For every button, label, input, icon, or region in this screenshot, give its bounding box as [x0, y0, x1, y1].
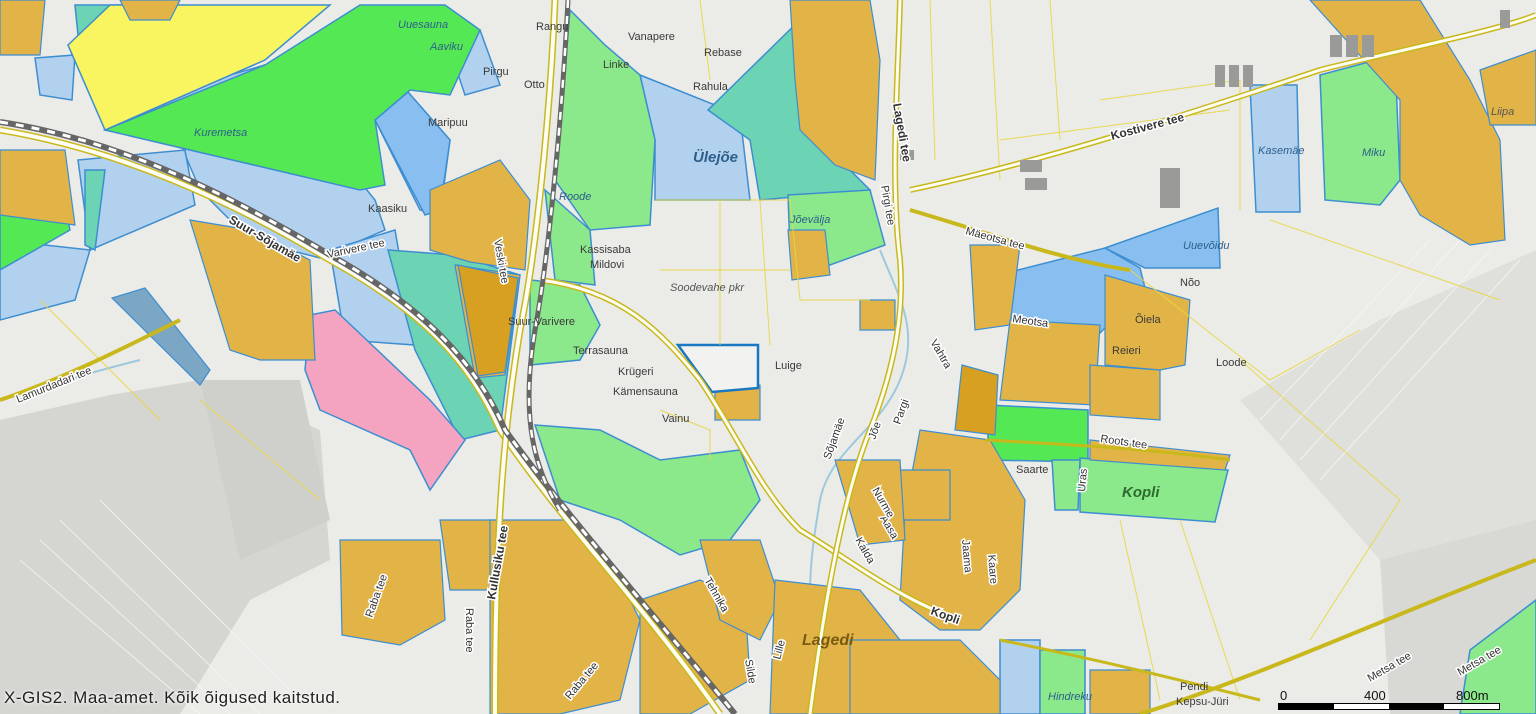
label-joevalja: Jõevälja [789, 214, 830, 226]
label-kaare: Kaare [985, 554, 1000, 584]
map-view[interactable]: Ülejõe Kopli Lagedi Soodevahe pkr Uuesau… [0, 0, 1536, 714]
label-luige: Luige [775, 360, 802, 372]
label-terrasauna: Terrasauna [573, 345, 629, 357]
label-kuremetsa: Kuremetsa [194, 127, 247, 139]
scale-bar-graphic [1278, 703, 1500, 710]
label-soodevahe: Soodevahe pkr [670, 282, 745, 294]
label-ulejoe: Ülejõe [693, 149, 738, 166]
label-noo: Nõo [1180, 277, 1200, 289]
scale-segment [1389, 704, 1444, 709]
label-uuevoidu: Uuevõidu [1183, 240, 1229, 252]
label-rangu: Rangu [536, 21, 568, 33]
label-mildovi: Mildovi [590, 259, 624, 271]
label-lagedi: Lagedi [802, 632, 854, 649]
label-miku: Miku [1362, 147, 1385, 159]
label-saarte: Saarte [1016, 464, 1048, 476]
label-otto: Otto [524, 79, 545, 91]
label-pirgu: Pirgu [483, 66, 509, 78]
label-uuesauna: Uuesauna [398, 19, 448, 31]
label-rebase: Rebase [704, 47, 742, 59]
label-maripuu: Maripuu [428, 117, 468, 129]
scale-label-400: 400 [1364, 688, 1386, 703]
label-roode: Roode [559, 191, 591, 203]
label-linke: Linke [603, 59, 629, 71]
label-hindreku: Hindreku [1048, 691, 1092, 703]
label-krugeri: Krügeri [618, 366, 653, 378]
label-pendi: Pendi [1180, 681, 1208, 693]
label-kaasiku: Kaasiku [368, 203, 407, 215]
label-raba-tee-2: Raba tee [463, 608, 475, 653]
label-kopli-area: Kopli [1122, 484, 1160, 501]
label-kepsu-jiiri: Kepsu-Jüri [1176, 696, 1229, 708]
map-canvas[interactable]: Ülejõe Kopli Lagedi Soodevahe pkr Uuesau… [0, 0, 1536, 714]
label-kasemae: Kasemäe [1258, 145, 1304, 157]
label-vainu: Vainu [662, 413, 689, 425]
label-liipa: Liipa [1491, 106, 1514, 118]
scale-segment [1279, 704, 1334, 709]
label-rahula: Rahula [693, 81, 729, 93]
copyright-text: X-GIS2. Maa-amet. Kõik õigused kaitstud. [4, 688, 341, 707]
label-uras: Uras [1076, 468, 1090, 493]
label-aaviku: Aaviku [429, 41, 463, 53]
scale-label-800: 800m [1456, 688, 1489, 703]
scale-label-0: 0 [1280, 688, 1288, 703]
label-kassisaba: Kassisaba [580, 244, 632, 256]
label-reieri: Reieri [1112, 345, 1141, 357]
label-oiela: Õiela [1135, 313, 1162, 326]
label-kamensauna: Kämensauna [613, 386, 679, 398]
scale-bar: 0 400 800m [1278, 686, 1500, 710]
label-vanapere: Vanapere [628, 31, 675, 43]
label-suur-varivere: Suur-Varivere [508, 316, 575, 328]
label-loode: Loode [1216, 357, 1247, 369]
